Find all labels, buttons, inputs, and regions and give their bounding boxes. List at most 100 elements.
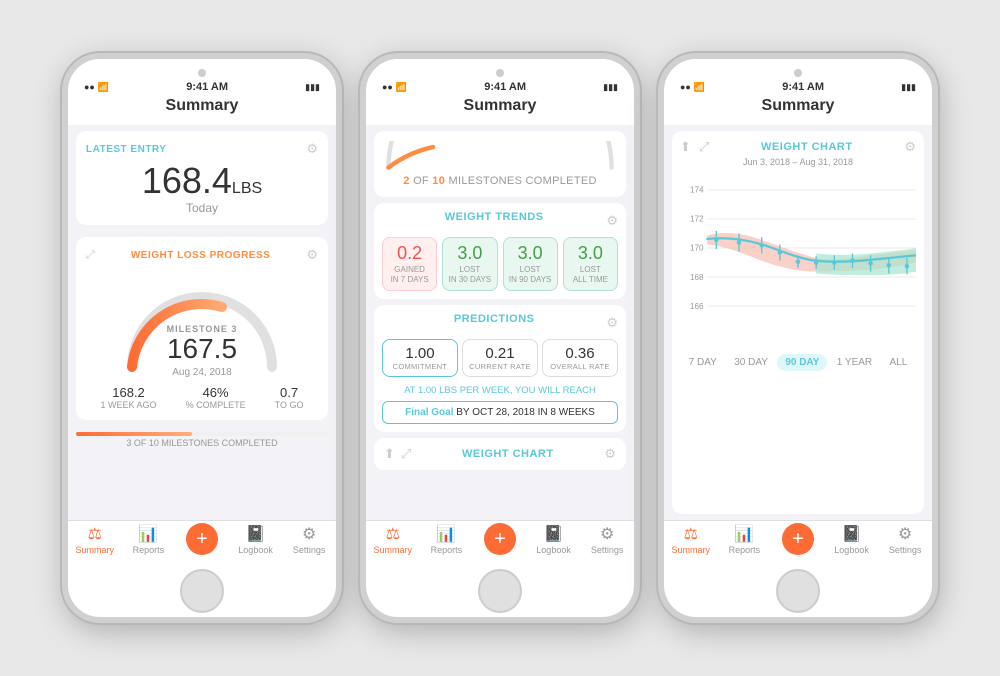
logbook-icon-3: 📓: [842, 527, 862, 543]
trend-lost-30days: 3.0 LOSTIN 30 DAYS: [442, 237, 497, 291]
wifi-icon-2: 📶: [396, 82, 407, 93]
gear-icon-chart-3[interactable]: ⚙: [904, 139, 916, 155]
phone2-top: ●● 📶 9:41 AM ▮▮▮ Summary: [366, 59, 634, 125]
tab-label-summary-1: Summary: [76, 545, 115, 555]
tab-summary-2[interactable]: ⚖ Summary: [368, 527, 418, 555]
trend-gained-7days: 0.2 GAINEDIN 7 DAYS: [382, 237, 437, 291]
pred-desc: AT 1.00 LBS PER WEEK, YOU WILL REACH: [382, 385, 618, 396]
battery-icon-1: ▮▮▮: [305, 82, 320, 93]
gear-icon-2[interactable]: ⚙: [306, 247, 318, 263]
expand-icon[interactable]: ⤢: [86, 249, 95, 262]
tab-summary-3[interactable]: ⚖ Summary: [666, 527, 716, 555]
tab-settings-1[interactable]: ⚙ Settings: [284, 527, 334, 555]
weight-loss-title: WEIGHT LOSS PROGRESS: [131, 250, 270, 261]
tab-label-logbook-2: Logbook: [536, 545, 571, 555]
reports-icon-1: 📊: [138, 527, 158, 543]
tab-logbook-3[interactable]: 📓 Logbook: [827, 527, 877, 555]
speaker-dot: [198, 69, 206, 77]
phone3-content: ⬆ ⤢ WEIGHT CHART ⚙ Jun 3, 2018 – Aug 31,…: [664, 125, 932, 520]
expand-icon-3[interactable]: ⤢: [699, 139, 709, 155]
progress-bar-fill: [76, 432, 192, 436]
gear-icon-chart-2[interactable]: ⚙: [604, 446, 616, 462]
share-icon-2[interactable]: ⬆: [384, 446, 395, 462]
tab-logbook-2[interactable]: 📓 Logbook: [529, 527, 579, 555]
latest-entry-header: LATEST ENTRY ⚙: [86, 141, 318, 157]
phones-container: ●● 📶 9:41 AM ▮▮▮ Summary LATEST ENTRY ⚙: [42, 33, 958, 643]
tab-30day[interactable]: 30 DAY: [726, 354, 776, 371]
chart-time-tabs: 7 DAY 30 DAY 90 DAY 1 YEAR ALL: [680, 354, 916, 371]
gauge-stat-week: 168.2 1 WEEK AGO: [101, 385, 157, 410]
milestones-banner-text: 2 OF 10 MILESTONES COMPLETED: [403, 175, 596, 187]
tab-settings-3[interactable]: ⚙ Settings: [880, 527, 930, 555]
add-button-3[interactable]: +: [782, 523, 814, 555]
tab-add-3[interactable]: +: [773, 527, 823, 555]
pred-label-1: CURRENT RATE: [467, 362, 533, 371]
gauge-stat-complete: 46% % COMPLETE: [186, 385, 246, 410]
trend-val-2: 3.0: [508, 244, 553, 262]
gear-icon-1[interactable]: ⚙: [306, 141, 318, 157]
pred-val-0: 1.00: [387, 345, 453, 362]
tab-label-settings-2: Settings: [591, 545, 624, 555]
trend-label-2: LOSTIN 90 DAYS: [508, 265, 553, 284]
tab-label-logbook-3: Logbook: [834, 545, 869, 555]
tab-1year[interactable]: 1 YEAR: [829, 354, 880, 371]
phone2-content: 2 OF 10 MILESTONES COMPLETED WEIGHT TREN…: [366, 125, 634, 520]
time-2: 9:41 AM: [484, 81, 526, 93]
predictions-header: PREDICTIONS ⚙: [382, 313, 618, 333]
time-1: 9:41 AM: [186, 81, 228, 93]
add-button-2[interactable]: +: [484, 523, 516, 555]
tab-all[interactable]: ALL: [882, 354, 916, 371]
signal-icon-3: ●●: [680, 82, 691, 92]
pred-val-1: 0.21: [467, 345, 533, 362]
status-left-1: ●● 📶: [84, 82, 109, 93]
tab-settings-2[interactable]: ⚙ Settings: [582, 527, 632, 555]
svg-text:170: 170: [690, 244, 704, 253]
gear-icon-trends[interactable]: ⚙: [606, 213, 618, 229]
tab-reports-3[interactable]: 📊 Reports: [719, 527, 769, 555]
weight-unit: LBS: [232, 180, 262, 197]
gauge-container: MILESTONE 3 167.5 Aug 24, 2018: [86, 269, 318, 381]
tab-label-reports-1: Reports: [133, 545, 165, 555]
phone1-title: Summary: [166, 93, 239, 121]
tab-logbook-1[interactable]: 📓 Logbook: [231, 527, 281, 555]
summary-icon-2: ⚖: [386, 527, 400, 543]
status-left-3: ●● 📶: [680, 82, 705, 93]
trend-lost-90days: 3.0 LOSTIN 90 DAYS: [503, 237, 558, 291]
status-bar-3: ●● 📶 9:41 AM ▮▮▮: [680, 81, 916, 93]
phone1-top: ●● 📶 9:41 AM ▮▮▮ Summary: [68, 59, 336, 125]
chart-icons: ⬆ ⤢: [680, 139, 709, 155]
progress-bar: [76, 432, 328, 436]
tab-label-settings-1: Settings: [293, 545, 326, 555]
speaker-dot-2: [496, 69, 504, 77]
chart-card-header: ⬆ ⤢ WEIGHT CHART ⚙: [680, 139, 916, 155]
tab-add-2[interactable]: +: [475, 527, 525, 555]
status-bar-2: ●● 📶 9:41 AM ▮▮▮: [382, 81, 618, 93]
battery-icon-2: ▮▮▮: [603, 82, 618, 93]
home-button-1[interactable]: [180, 569, 224, 613]
tab-7day[interactable]: 7 DAY: [681, 354, 725, 371]
tab-summary-1[interactable]: ⚖ Summary: [70, 527, 120, 555]
wifi-icon-1: 📶: [98, 82, 109, 93]
status-right-3: ▮▮▮: [901, 82, 916, 93]
summary-icon-3: ⚖: [684, 527, 698, 543]
trend-label-3: LOSTALL TIME: [568, 265, 613, 284]
predictions-title: PREDICTIONS: [454, 313, 535, 325]
add-button-1[interactable]: +: [186, 523, 218, 555]
trends-header: WEIGHT TRENDS ⚙: [382, 211, 618, 231]
share-icon-3[interactable]: ⬆: [680, 139, 691, 155]
latest-entry-card: LATEST ENTRY ⚙ 168.4LBS Today: [76, 131, 328, 225]
tab-reports-1[interactable]: 📊 Reports: [123, 527, 173, 555]
home-button-2[interactable]: [478, 569, 522, 613]
home-button-3[interactable]: [776, 569, 820, 613]
trends-card: WEIGHT TRENDS ⚙ 0.2 GAINEDIN 7 DAYS 3.0 …: [374, 203, 626, 299]
tab-90day[interactable]: 90 DAY: [777, 354, 827, 371]
tab-add-1[interactable]: +: [177, 527, 227, 555]
signal-icon-1: ●●: [84, 82, 95, 92]
battery-icon-3: ▮▮▮: [901, 82, 916, 93]
svg-text:172: 172: [690, 215, 704, 224]
trend-label-1: LOSTIN 30 DAYS: [447, 265, 492, 284]
tab-reports-2[interactable]: 📊 Reports: [421, 527, 471, 555]
expand-icon-2[interactable]: ⤢: [401, 446, 411, 462]
gear-icon-pred[interactable]: ⚙: [606, 315, 618, 331]
pred-label-2: OVERALL RATE: [547, 362, 613, 371]
